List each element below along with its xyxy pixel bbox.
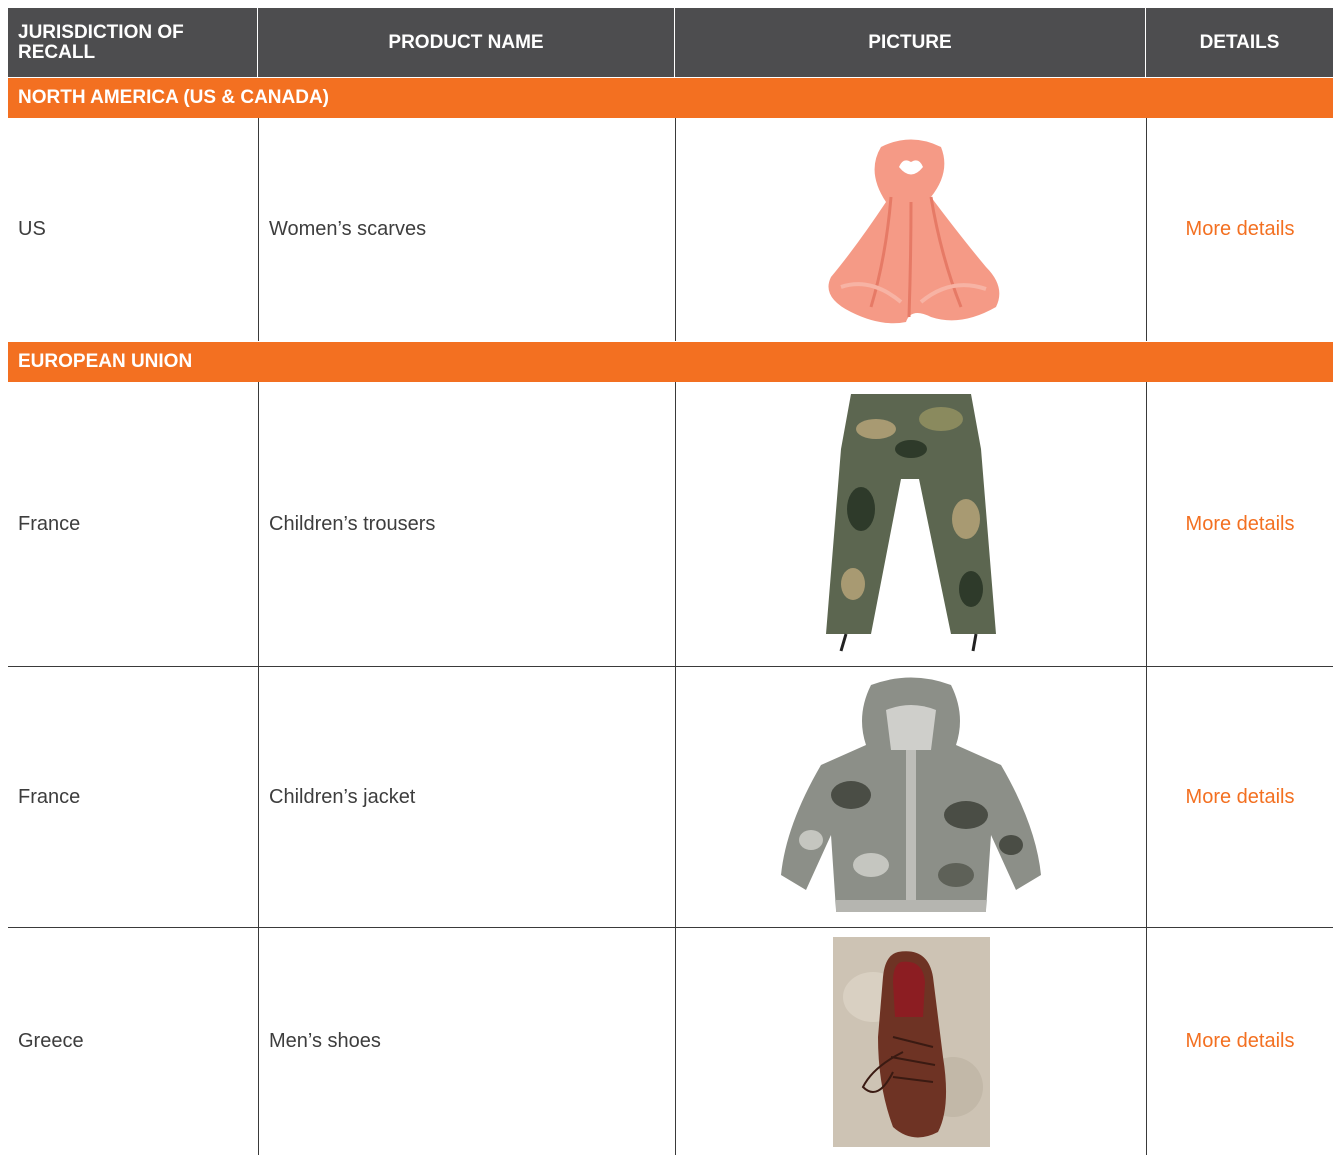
details-cell: More details — [1146, 382, 1333, 666]
more-details-link[interactable]: More details — [1186, 1030, 1295, 1053]
product-name-cell: Men’s shoes — [258, 928, 675, 1155]
camouflage-jacket-image — [761, 674, 1061, 920]
more-details-link[interactable]: More details — [1186, 218, 1295, 241]
header-details: DETAILS — [1199, 31, 1280, 53]
table-row: France Children’s jacket More details — [8, 666, 1333, 927]
header-picture: PICTURE — [675, 8, 1146, 77]
camouflage-trousers-image — [801, 389, 1021, 659]
product-name-cell: Women’s scarves — [258, 118, 675, 341]
jurisdiction-cell: France — [18, 785, 81, 808]
header-jurisdiction: JURISDICTION OF RECALL — [8, 8, 258, 77]
table-row: France Children’s trousers More details — [8, 382, 1333, 666]
product-name-cell: Children’s trousers — [258, 382, 675, 666]
section-heading-european-union: EUROPEAN UNION — [8, 341, 1333, 382]
picture-cell — [675, 382, 1146, 666]
section-heading-north-america: NORTH AMERICA (US & CANADA) — [8, 77, 1333, 118]
picture-cell — [675, 118, 1146, 341]
brown-shoe-image — [832, 936, 990, 1147]
recall-table: JURISDICTION OF RECALL PRODUCT NAME PICT… — [8, 8, 1333, 1155]
details-cell: More details — [1146, 928, 1333, 1155]
more-details-link[interactable]: More details — [1186, 513, 1295, 536]
jurisdiction-cell: Greece — [18, 1030, 84, 1052]
picture-cell — [675, 928, 1146, 1155]
picture-cell — [675, 667, 1146, 927]
more-details-link[interactable]: More details — [1186, 786, 1295, 809]
table-header: JURISDICTION OF RECALL PRODUCT NAME PICT… — [8, 8, 1333, 77]
jurisdiction-cell: France — [18, 512, 81, 535]
jurisdiction-cell: US — [18, 218, 46, 240]
table-row: Greece Men’s shoes More details — [8, 927, 1333, 1155]
product-name-cell: Children’s jacket — [258, 667, 675, 927]
scarf-image — [811, 127, 1011, 332]
table-row: US Women’s scarves More details — [8, 118, 1333, 341]
header-product-name: PRODUCT NAME — [258, 8, 675, 77]
details-cell: More details — [1146, 667, 1333, 927]
details-cell: More details — [1146, 118, 1333, 341]
